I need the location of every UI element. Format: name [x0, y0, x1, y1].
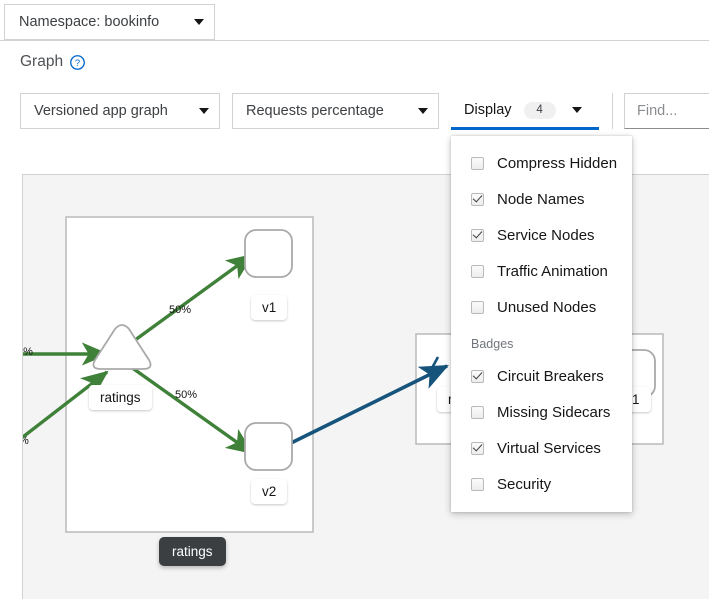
svg-text:?: ? [75, 57, 80, 67]
ratings-service-label[interactable]: ratings [89, 385, 152, 410]
menu-item-label: Missing Sidecars [497, 403, 611, 421]
menu-item-service-nodes[interactable]: Service Nodes [451, 217, 632, 253]
page-header: Graph ? [20, 53, 85, 71]
namespace-selector-label: Namespace: bookinfo [19, 14, 160, 30]
menu-item-missing-sidecars[interactable]: Missing Sidecars [451, 394, 632, 430]
checkbox-service-nodes[interactable] [471, 228, 484, 242]
menu-item-security[interactable]: Security [451, 466, 632, 502]
display-dropdown-label: Display [464, 102, 512, 118]
display-count-badge: 4 [523, 101, 556, 119]
menu-item-label: Circuit Breakers [497, 367, 604, 385]
checkbox-compress-hidden[interactable] [471, 156, 484, 170]
page-title: Graph [20, 53, 64, 70]
help-circle-icon[interactable]: ? [70, 54, 85, 70]
menu-item-circuit-breakers[interactable]: Circuit Breakers [451, 358, 632, 394]
menu-item-label: Node Names [497, 190, 585, 208]
menu-item-unused-nodes[interactable]: Unused Nodes [451, 289, 632, 325]
menu-item-virtual-services[interactable]: Virtual Services [451, 430, 632, 466]
ratings-v2-label[interactable]: v2 [251, 479, 288, 504]
display-dropdown-button[interactable]: Display 4 [451, 93, 599, 130]
edge-label-incoming-bottom: % [23, 435, 29, 447]
graph-type-select-label: Versioned app graph [34, 103, 168, 119]
chevron-down-icon [418, 108, 428, 114]
menu-item-node-names[interactable]: Node Names [451, 181, 632, 217]
edge-label-to-v2: 50% [175, 389, 198, 401]
checkbox-unused-nodes[interactable] [471, 300, 484, 314]
chevron-down-icon [571, 107, 582, 113]
metric-type-select[interactable]: Requests percentage [232, 93, 439, 129]
display-dropdown-menu: Compress Hidden Node Names Service Nodes… [451, 136, 632, 512]
find-input[interactable] [624, 93, 709, 129]
ratings-v1-label[interactable]: v1 [251, 295, 288, 320]
graph-type-select[interactable]: Versioned app graph [20, 93, 220, 129]
checkbox-traffic-animation[interactable] [471, 264, 484, 278]
checkbox-virtual-services[interactable] [471, 441, 484, 455]
ratings-v2-node [244, 422, 293, 471]
menu-item-label: Traffic Animation [497, 262, 608, 280]
edge-label-incoming-top: 0% [23, 346, 33, 358]
menu-item-label: Unused Nodes [497, 298, 597, 316]
namespace-selector[interactable]: Namespace: bookinfo [4, 4, 215, 40]
chevron-down-icon [199, 108, 209, 114]
menu-item-label: Service Nodes [497, 226, 595, 244]
menu-item-compress-hidden[interactable]: Compress Hidden [451, 145, 632, 181]
checkbox-security[interactable] [471, 477, 484, 491]
kiali-graph-page: Namespace: bookinfo Graph ? Versioned ap… [0, 0, 709, 613]
menu-item-traffic-animation[interactable]: Traffic Animation [451, 253, 632, 289]
menu-item-label: Virtual Services [497, 439, 601, 457]
checkbox-node-names[interactable] [471, 192, 484, 206]
chevron-down-icon [194, 19, 204, 25]
namespace-bar: Namespace: bookinfo [0, 0, 709, 41]
toolbar-divider [612, 93, 613, 129]
menu-item-label: Compress Hidden [497, 154, 618, 172]
checkbox-circuit-breakers[interactable] [471, 369, 484, 383]
menu-group-badges-label: Badges [471, 337, 514, 351]
ratings-v1-node [244, 229, 293, 278]
menu-item-label: Security [497, 475, 552, 493]
checkbox-missing-sidecars[interactable] [471, 405, 484, 419]
graph-toolbar: Versioned app graph Requests percentage … [0, 93, 709, 130]
graph-tooltip: ratings [159, 537, 226, 566]
edge-label-to-v1: 50% [169, 304, 192, 316]
metric-type-select-label: Requests percentage [246, 103, 384, 119]
